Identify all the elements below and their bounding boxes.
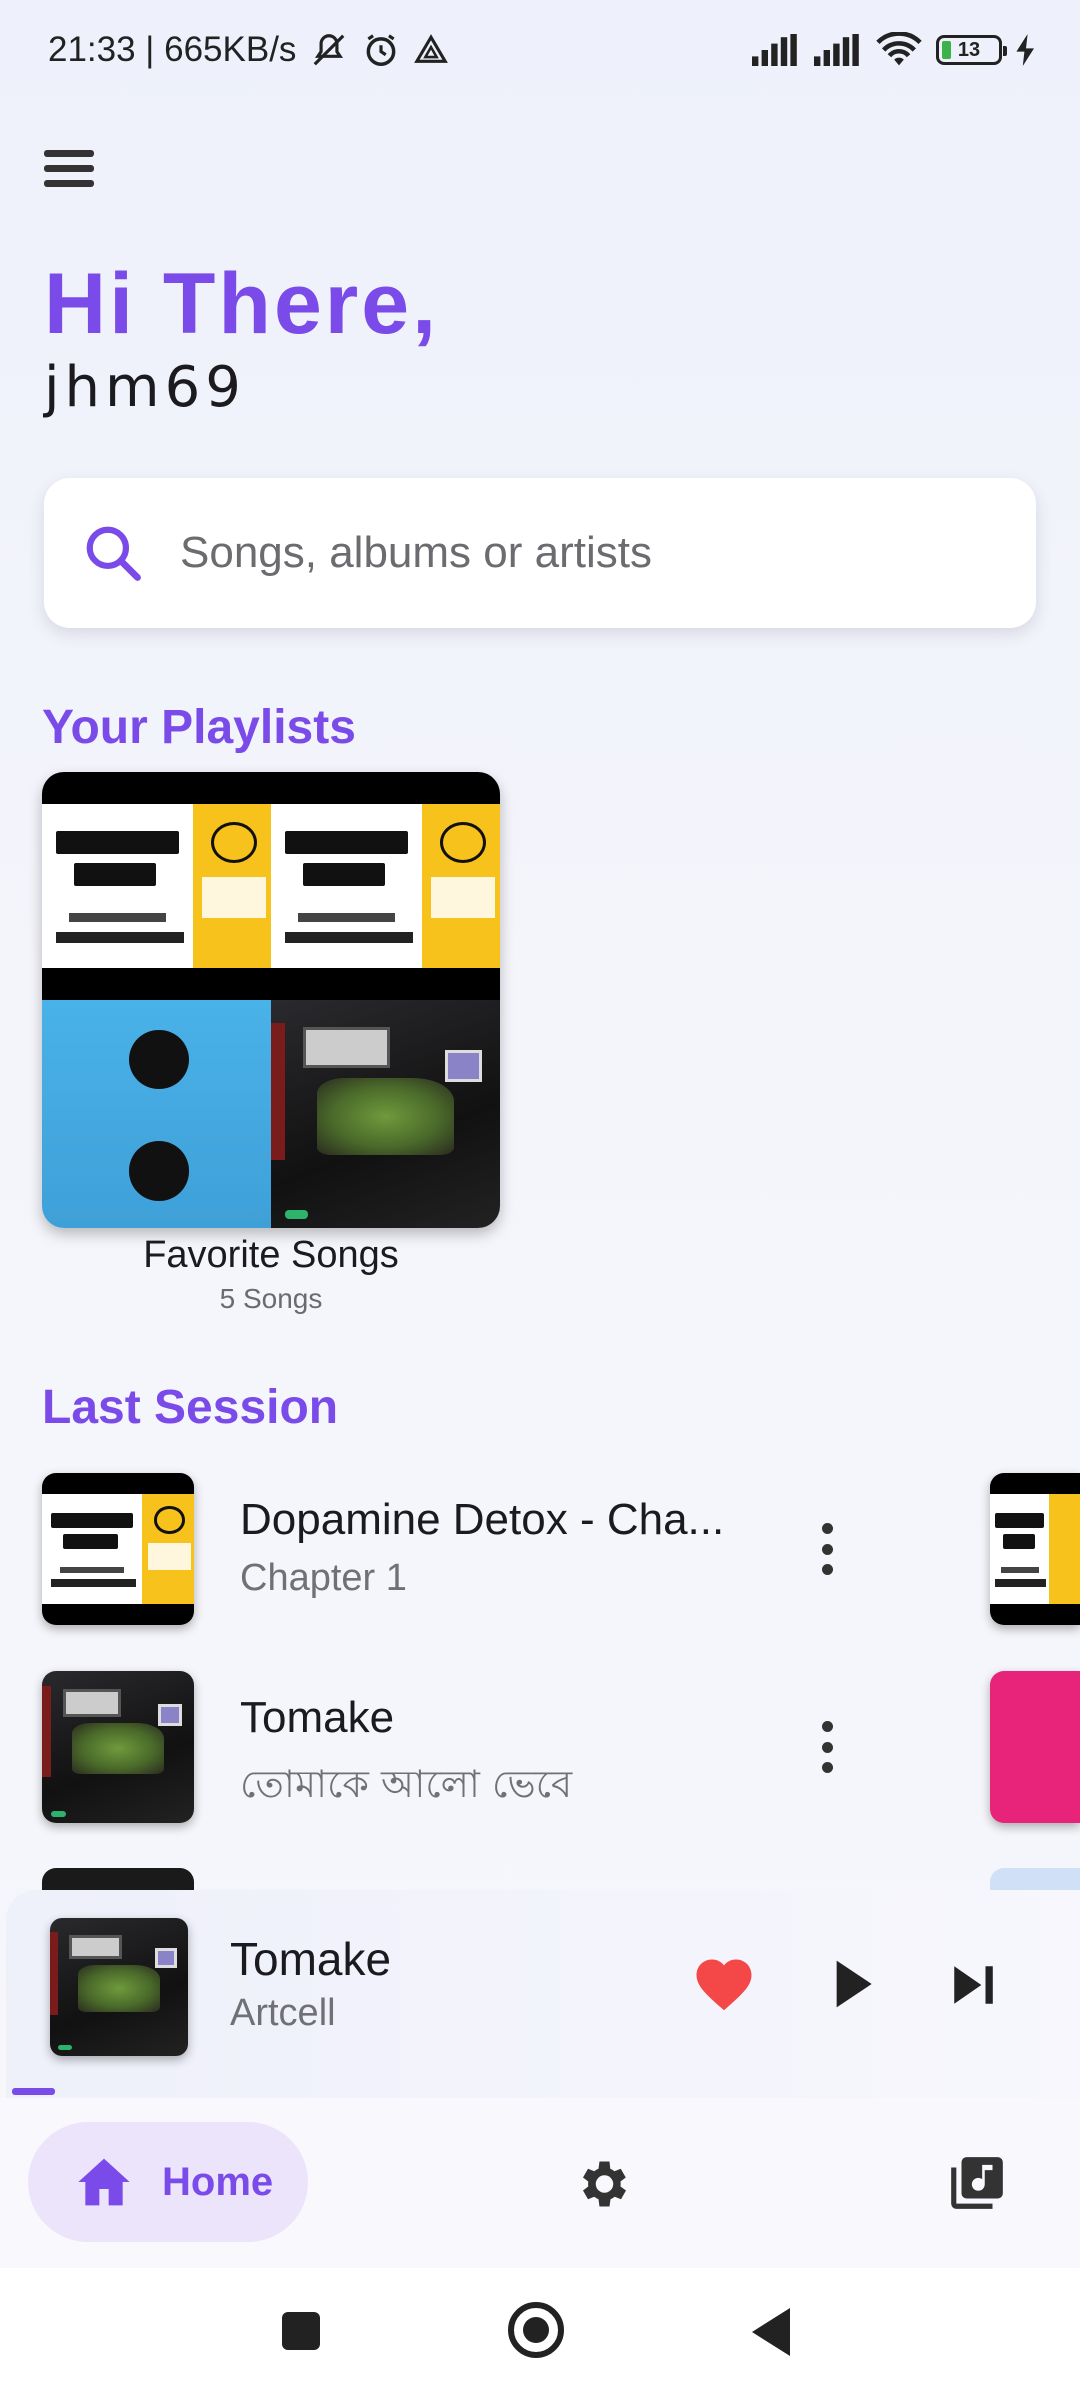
session-list-item-partial bbox=[42, 1868, 194, 1890]
album-art-shape-of-you bbox=[42, 1000, 271, 1228]
playlist-song-count: 5 Songs bbox=[219, 1283, 323, 1314]
album-art-dopamine-detox bbox=[42, 772, 271, 1000]
battery-icon: 13 bbox=[936, 35, 1007, 65]
signal-icon bbox=[752, 34, 800, 66]
session-item-subtitle: তোমাকে আলো ভেবে bbox=[240, 1762, 573, 1806]
mini-player-artist: Artcell bbox=[230, 1992, 336, 2034]
album-art-tomake bbox=[42, 1671, 194, 1823]
album-art-dopamine-detox[interactable] bbox=[990, 1473, 1080, 1625]
battery-level: 13 bbox=[957, 38, 981, 61]
album-art-partial bbox=[990, 1868, 1080, 1890]
album-art-pink[interactable] bbox=[990, 1671, 1080, 1823]
mute-icon bbox=[310, 31, 348, 69]
search-bar[interactable] bbox=[44, 478, 1036, 628]
menu-icon-bar bbox=[44, 180, 94, 187]
home-circle-icon[interactable] bbox=[508, 2302, 564, 2358]
heart-icon[interactable] bbox=[694, 1956, 754, 2012]
album-art-tomake bbox=[271, 1000, 500, 1228]
playlists-section-title: Your Playlists bbox=[42, 701, 356, 754]
session-list-item[interactable]: Tomake তোমাকে আলো ভেবে bbox=[42, 1671, 1002, 1823]
wifi-icon bbox=[876, 32, 922, 68]
system-navigation-bar bbox=[0, 2268, 1080, 2400]
mini-player-title: Tomake bbox=[230, 1933, 392, 1985]
album-art-dopamine-detox bbox=[271, 772, 500, 1000]
session-item-title: Dopamine Detox - Cha... bbox=[240, 1495, 725, 1544]
recents-icon[interactable] bbox=[282, 2312, 320, 2350]
gear-icon[interactable] bbox=[572, 2154, 632, 2214]
menu-icon-bar bbox=[44, 150, 94, 157]
nav-home-label: Home bbox=[162, 2159, 274, 2204]
library-music-icon[interactable] bbox=[946, 2152, 1008, 2214]
search-icon bbox=[86, 526, 141, 581]
mini-player[interactable]: Tomake Artcell bbox=[6, 1890, 1080, 2098]
drive-icon bbox=[414, 33, 449, 67]
search-input[interactable] bbox=[180, 528, 980, 578]
skip-next-icon[interactable] bbox=[948, 1960, 998, 2010]
last-session-section-title: Last Session bbox=[42, 1381, 339, 1434]
session-item-title: Tomake bbox=[240, 1693, 395, 1742]
playback-progress-bar[interactable] bbox=[12, 2088, 55, 2095]
menu-icon-bar bbox=[44, 165, 94, 172]
nav-home-tab[interactable]: Home bbox=[28, 2122, 308, 2242]
greeting-title: Hi There, bbox=[44, 256, 439, 352]
menu-button[interactable] bbox=[44, 150, 104, 210]
playlist-name: Favorite Songs bbox=[143, 1234, 399, 1276]
back-icon[interactable] bbox=[752, 2308, 790, 2356]
more-options-icon[interactable] bbox=[812, 1519, 842, 1579]
status-left: 21:33 | 665KB/s bbox=[48, 30, 449, 70]
status-bar: 21:33 | 665KB/s 13 bbox=[0, 0, 1080, 100]
album-art-dopamine-detox bbox=[42, 1473, 194, 1625]
session-item-subtitle: Chapter 1 bbox=[240, 1557, 407, 1599]
session-list-item[interactable]: Dopamine Detox - Cha... Chapter 1 bbox=[42, 1473, 1002, 1625]
signal-icon bbox=[814, 34, 862, 66]
bottom-navigation: Home bbox=[0, 2098, 1080, 2268]
status-time-speed: 21:33 | 665KB/s bbox=[48, 30, 297, 69]
status-right: 13 bbox=[752, 32, 1036, 68]
more-options-icon[interactable] bbox=[812, 1717, 842, 1777]
username: jhm69 bbox=[44, 355, 246, 420]
play-icon[interactable] bbox=[828, 1956, 878, 2012]
playlist-cover bbox=[42, 772, 500, 1228]
playlist-card[interactable]: Favorite Songs 5 Songs bbox=[42, 772, 500, 1315]
home-icon bbox=[78, 2158, 130, 2206]
alarm-icon bbox=[362, 31, 400, 69]
album-art-tomake bbox=[50, 1918, 188, 2056]
charging-icon bbox=[1016, 34, 1036, 66]
